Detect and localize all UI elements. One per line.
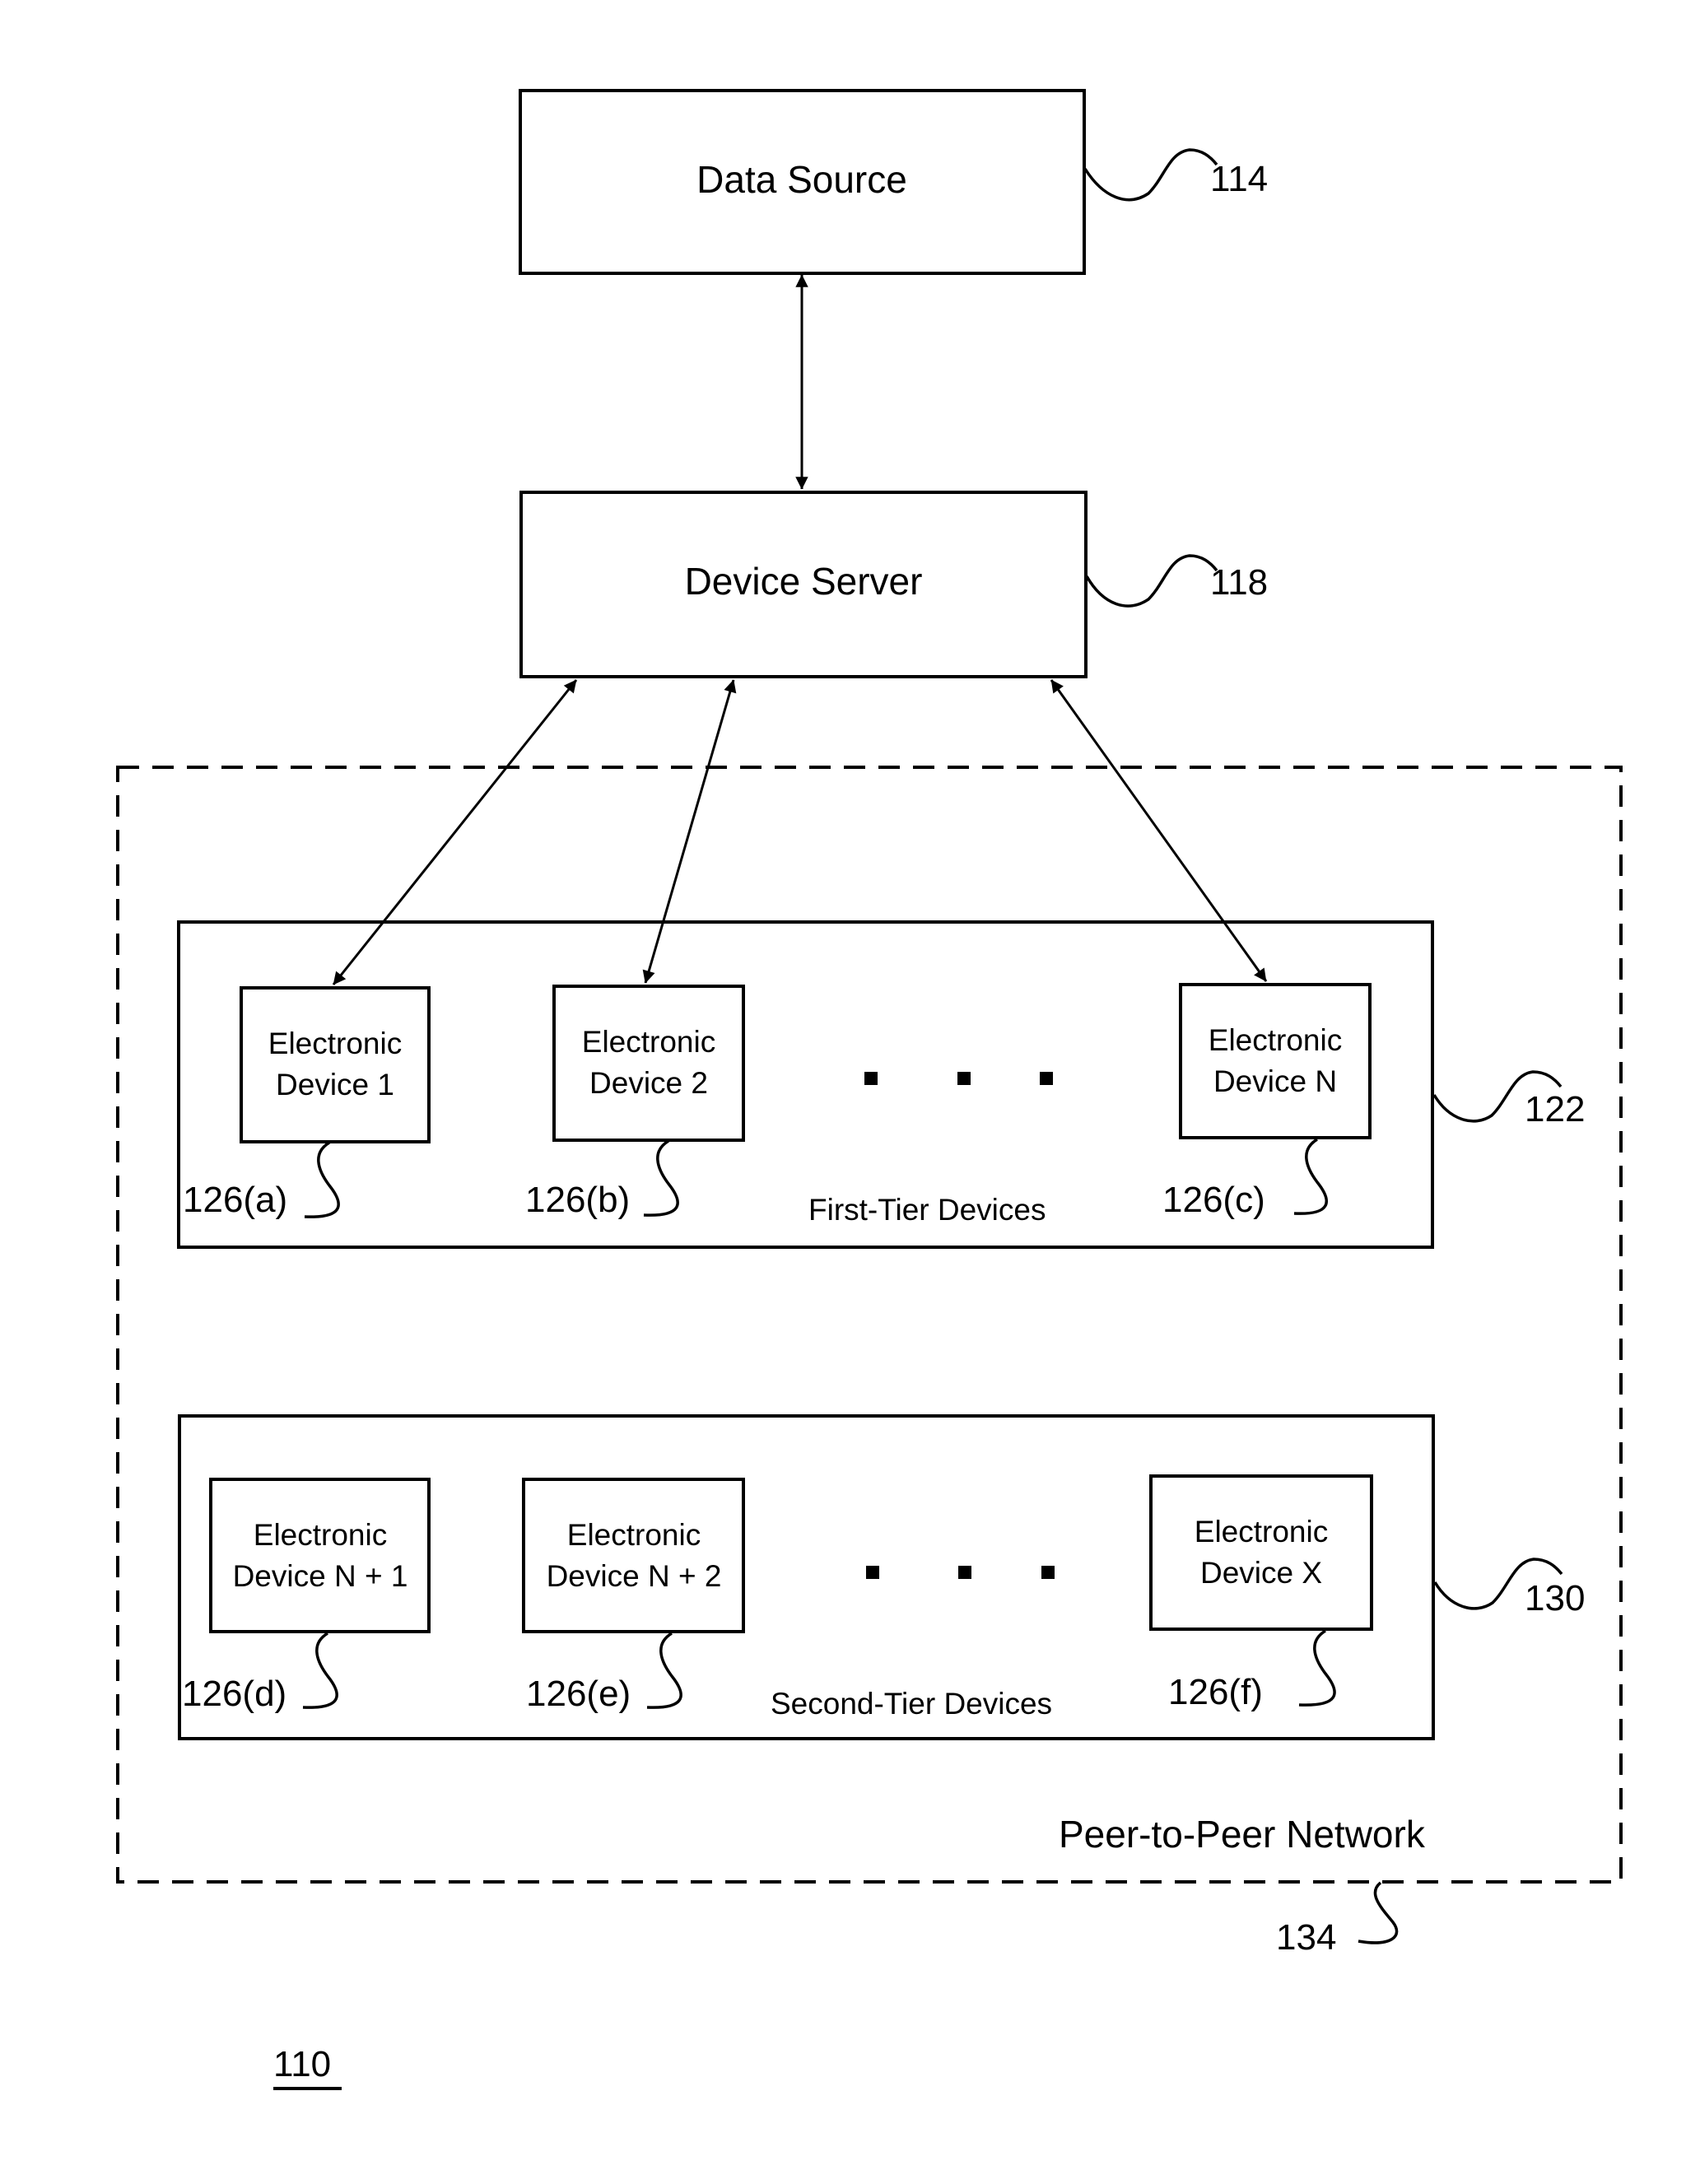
device-x-box xyxy=(1149,1474,1373,1631)
data-source-node: Data Source 114 xyxy=(519,89,1268,275)
device-2-line1: Electronic xyxy=(582,1025,715,1059)
ref-label-126d: 126(d) xyxy=(182,1674,286,1714)
first-tier-label: First-Tier Devices xyxy=(808,1193,1046,1227)
ellipsis-dot xyxy=(866,1566,879,1579)
second-tier-group: Second-Tier Devices 130 Electronic Devic… xyxy=(178,1414,1585,1740)
first-tier-group: First-Tier Devices 122 Electronic Device… xyxy=(177,920,1585,1249)
device-1-line2: Device 1 xyxy=(276,1068,394,1101)
device-n-plus-2-box xyxy=(522,1478,745,1633)
ellipsis-dot xyxy=(957,1072,971,1085)
device-n-plus-1-box xyxy=(209,1478,431,1633)
network-diagram: Data Source 114 Device Server 118 Peer-t… xyxy=(116,89,1623,2090)
device-n-plus-1-line1: Electronic xyxy=(254,1518,387,1552)
ellipsis-dot xyxy=(1041,1566,1055,1579)
ref-label-126f: 126(f) xyxy=(1168,1672,1263,1712)
ref-label-126a: 126(a) xyxy=(183,1180,287,1220)
device-n-line1: Electronic xyxy=(1209,1023,1342,1057)
ref-leader-134 xyxy=(1358,1881,1399,1944)
ref-label-122: 122 xyxy=(1525,1089,1585,1129)
device-2-line2: Device 2 xyxy=(589,1066,708,1100)
device-n-plus-1-line2: Device N + 1 xyxy=(233,1559,408,1593)
device-server-label: Device Server xyxy=(685,560,923,603)
device-n-plus-2-line1: Electronic xyxy=(567,1518,701,1552)
figure-number: 110 xyxy=(273,2044,342,2090)
ref-label-114: 114 xyxy=(1210,159,1268,199)
device-x-line2: Device X xyxy=(1200,1556,1322,1590)
figure-number-label: 110 xyxy=(273,2044,331,2084)
ellipsis-dot xyxy=(864,1072,878,1085)
device-2-box xyxy=(552,985,745,1142)
ref-label-134: 134 xyxy=(1276,1917,1336,1958)
ref-leader-118 xyxy=(1085,554,1218,608)
second-tier-label: Second-Tier Devices xyxy=(771,1687,1052,1721)
ref-leader-114 xyxy=(1083,148,1218,202)
ref-label-118: 118 xyxy=(1210,562,1268,603)
device-server-node: Device Server 118 xyxy=(519,491,1268,678)
device-n-box xyxy=(1179,983,1372,1139)
ref-label-126c: 126(c) xyxy=(1162,1180,1265,1220)
device-x-line1: Electronic xyxy=(1195,1515,1328,1548)
ref-label-130: 130 xyxy=(1525,1578,1585,1618)
device-1-line1: Electronic xyxy=(268,1027,402,1060)
data-source-label: Data Source xyxy=(696,158,907,201)
device-n-line2: Device N xyxy=(1213,1064,1337,1098)
ref-label-126b: 126(b) xyxy=(525,1180,630,1220)
device-1-box xyxy=(240,986,431,1143)
device-n-plus-2-line2: Device N + 2 xyxy=(547,1559,722,1593)
ref-label-126e: 126(e) xyxy=(526,1674,631,1714)
ellipsis-dot xyxy=(1040,1072,1053,1085)
ellipsis-dot xyxy=(958,1566,971,1579)
network-label: Peer-to-Peer Network xyxy=(1059,1813,1426,1856)
